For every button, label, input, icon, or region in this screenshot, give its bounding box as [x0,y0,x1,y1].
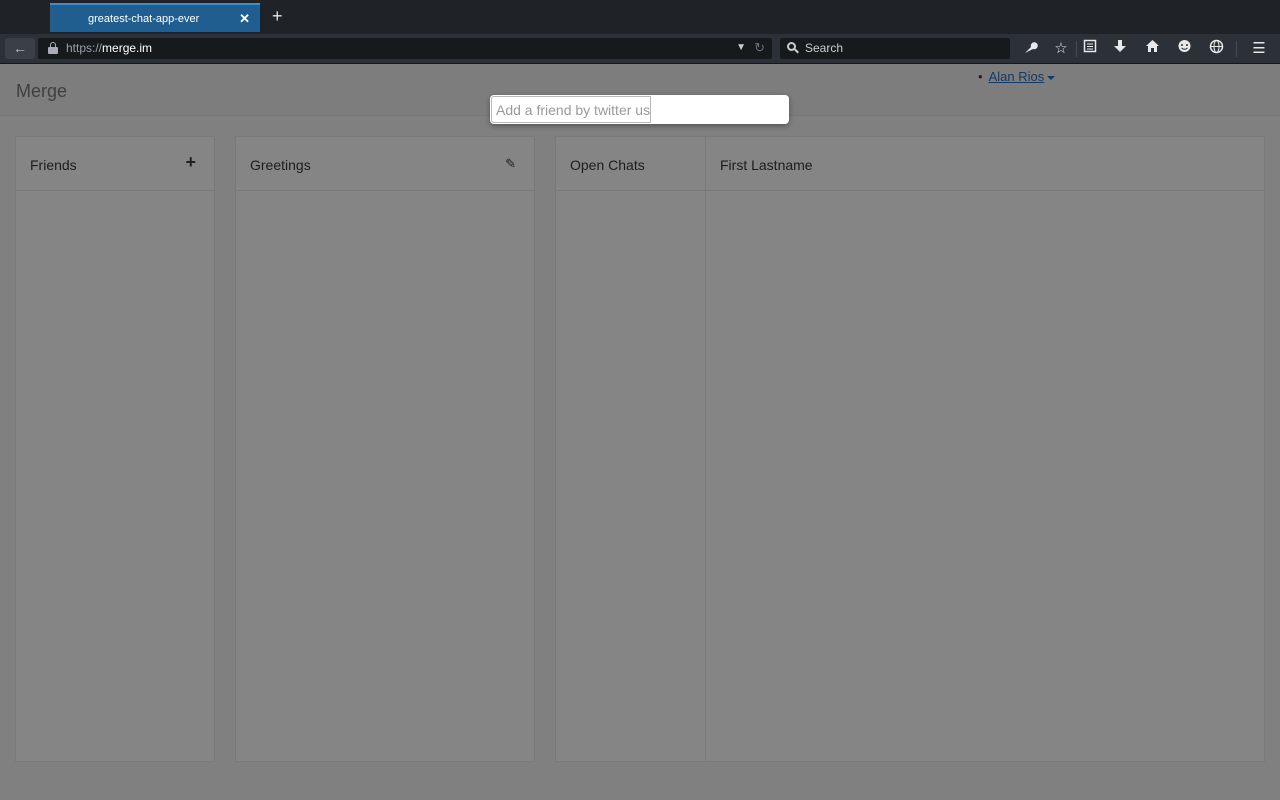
browser-nav-bar: ← https://merge.im ▼ ↻ Search ☆ ☰ [0,34,1280,64]
reload-icon[interactable]: ↻ [754,40,765,56]
chat-icon[interactable] [1174,39,1194,59]
globe-icon[interactable] [1206,39,1226,59]
bookmark-star-icon[interactable]: ☆ [1051,39,1071,59]
browser-tab-bar: greatest-chat-app-ever ✕ + [0,0,1280,34]
home-icon[interactable] [1142,39,1162,59]
chat-partner-name: First Lastname [720,157,813,173]
url-text: https://merge.im [66,41,153,55]
search-placeholder: Search [805,41,844,55]
brand-title[interactable]: Merge [16,81,67,102]
add-friend-input[interactable] [491,96,651,123]
tab-title: greatest-chat-app-ever [88,13,200,25]
user-menu-link[interactable]: Alan Rios [989,69,1045,84]
add-friend-dialog [490,95,789,124]
friends-title: Friends [30,157,77,173]
greetings-title: Greetings [250,157,311,173]
app-page: Merge • Alan Rios Friends + Greetings ✎ O… [0,64,1280,800]
friends-panel: Friends + [15,136,215,762]
greetings-panel: Greetings ✎ [235,136,535,762]
friends-panel-header: Friends + [16,137,214,191]
url-dropdown-icon[interactable]: ▼ [736,42,746,53]
back-button[interactable]: ← [5,38,35,59]
chevron-down-icon [1047,75,1056,80]
url-bar[interactable]: https://merge.im ▼ ↻ [38,38,772,59]
reading-list-icon[interactable] [1080,39,1100,59]
browser-tab[interactable]: greatest-chat-app-ever ✕ [50,3,260,32]
search-icon [787,42,799,54]
add-friend-icon[interactable]: + [185,152,196,173]
chats-panel: Open Chats First Lastname [555,136,1265,762]
menu-icon[interactable]: ☰ [1249,39,1269,59]
download-icon[interactable] [1110,39,1130,59]
search-bar[interactable]: Search [780,38,1010,59]
open-chats-title: Open Chats [570,157,645,173]
user-menu[interactable]: • Alan Rios [978,69,1056,84]
compose-icon[interactable]: ✎ [505,156,516,172]
chat-split-divider [705,137,706,761]
close-tab-icon[interactable]: ✕ [239,11,250,27]
lock-icon [48,42,58,54]
new-tab-button[interactable]: + [272,7,283,25]
wrench-icon[interactable] [1020,39,1040,59]
chats-panel-header: Open Chats First Lastname [556,137,1264,191]
back-arrow-icon: ← [13,40,27,56]
greetings-panel-header: Greetings ✎ [236,137,534,191]
